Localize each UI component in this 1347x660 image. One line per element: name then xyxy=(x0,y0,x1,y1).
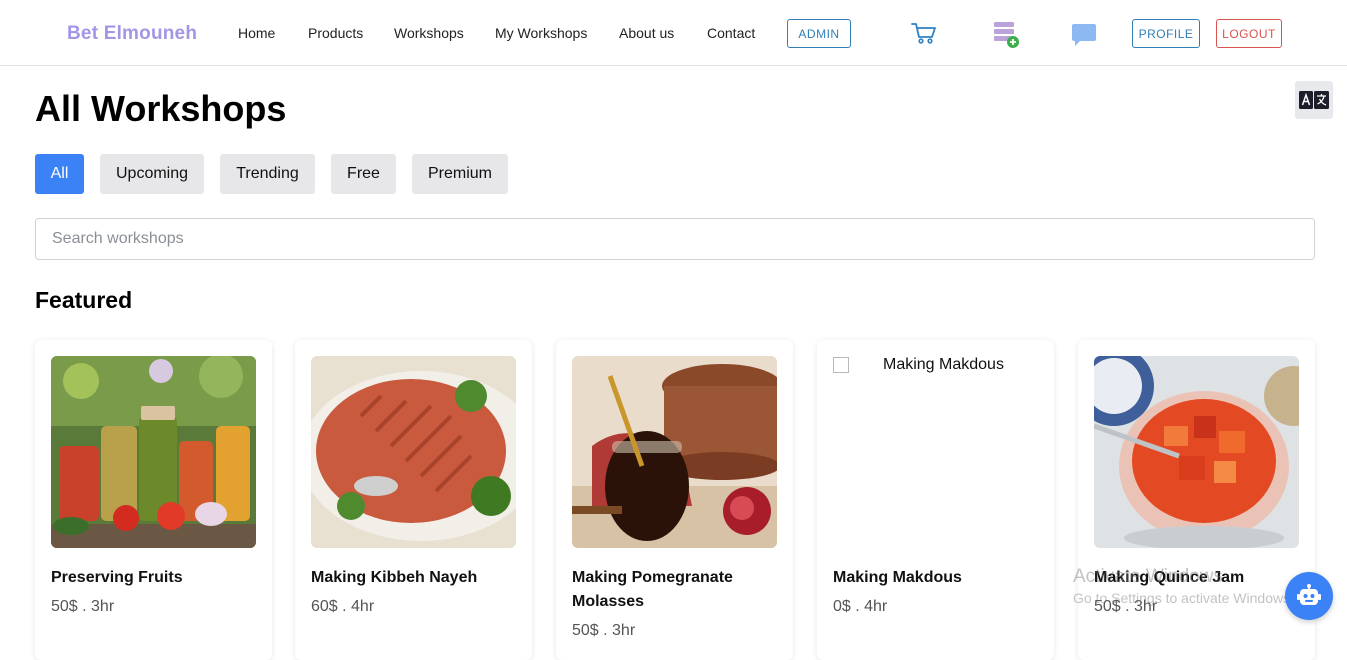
workshop-price-duration: 0$ . 4hr xyxy=(833,598,888,615)
workshop-price-duration: 50$ . 3hr xyxy=(1094,598,1158,615)
nav-link-products[interactable]: Products xyxy=(308,25,363,41)
workshop-title: Making Quince Jam xyxy=(1094,569,1245,586)
workshop-image xyxy=(1094,356,1299,548)
featured-heading: Featured xyxy=(35,287,133,313)
workshop-price-duration: 50$ . 3hr xyxy=(572,622,636,639)
workshop-card-quince-jam[interactable]: Making Quince Jam 50$ . 3hr xyxy=(1078,340,1315,660)
workshop-card-makdous[interactable]: Making Makdous Making Makdous 0$ . 4hr xyxy=(817,340,1054,660)
workshop-title: Making Pomegranate Molasses xyxy=(572,569,733,610)
workshop-title: Making Makdous xyxy=(833,569,962,586)
profile-button[interactable]: PROFILE xyxy=(1132,19,1200,48)
filter-trending[interactable]: Trending xyxy=(220,154,315,194)
workshop-title: Preserving Fruits xyxy=(51,569,183,586)
nav-link-my-workshops[interactable]: My Workshops xyxy=(495,25,587,41)
workshop-price-duration: 60$ . 4hr xyxy=(311,598,375,615)
workshop-price-duration: 50$ . 3hr xyxy=(51,598,115,615)
chatbot-button[interactable] xyxy=(1285,572,1333,620)
cart-icon[interactable] xyxy=(911,21,937,50)
admin-button[interactable]: ADMIN xyxy=(787,19,851,48)
workshop-image xyxy=(51,356,256,548)
nav-link-home[interactable]: Home xyxy=(238,25,275,41)
logout-button[interactable]: LOGOUT xyxy=(1216,19,1282,48)
broken-image-icon xyxy=(833,357,849,373)
filter-premium[interactable]: Premium xyxy=(412,154,508,194)
workshop-card-pomegranate-molasses[interactable]: Making Pomegranate Molasses 50$ . 3hr xyxy=(556,340,793,660)
filter-upcoming[interactable]: Upcoming xyxy=(100,154,204,194)
workshop-image xyxy=(311,356,516,548)
workshop-title: Making Kibbeh Nayeh xyxy=(311,569,478,586)
chat-icon[interactable] xyxy=(1071,23,1097,52)
translate-icon xyxy=(1299,91,1329,109)
filter-free[interactable]: Free xyxy=(331,154,396,194)
robot-icon xyxy=(1297,584,1321,605)
brand-logo[interactable]: Bet Elmouneh xyxy=(67,23,197,45)
filter-all[interactable]: All xyxy=(35,154,84,194)
search-input[interactable] xyxy=(35,218,1315,260)
workshop-image xyxy=(572,356,777,548)
workshop-card-preserving-fruits[interactable]: Preserving Fruits 50$ . 3hr xyxy=(35,340,272,660)
nav-link-workshops[interactable]: Workshops xyxy=(394,25,464,41)
nav-link-about-us[interactable]: About us xyxy=(619,25,674,41)
broken-image: Making Makdous xyxy=(833,356,1004,374)
add-listing-icon[interactable] xyxy=(993,21,1021,54)
workshop-card-kibbeh-nayeh[interactable]: Making Kibbeh Nayeh 60$ . 4hr xyxy=(295,340,532,660)
nav-link-contact[interactable]: Contact xyxy=(707,25,755,41)
navbar: Bet Elmouneh Home Products Workshops My … xyxy=(0,0,1347,66)
image-alt-text: Making Makdous xyxy=(883,356,1004,373)
page-title: All Workshops xyxy=(35,88,287,129)
translate-button[interactable] xyxy=(1295,81,1333,119)
